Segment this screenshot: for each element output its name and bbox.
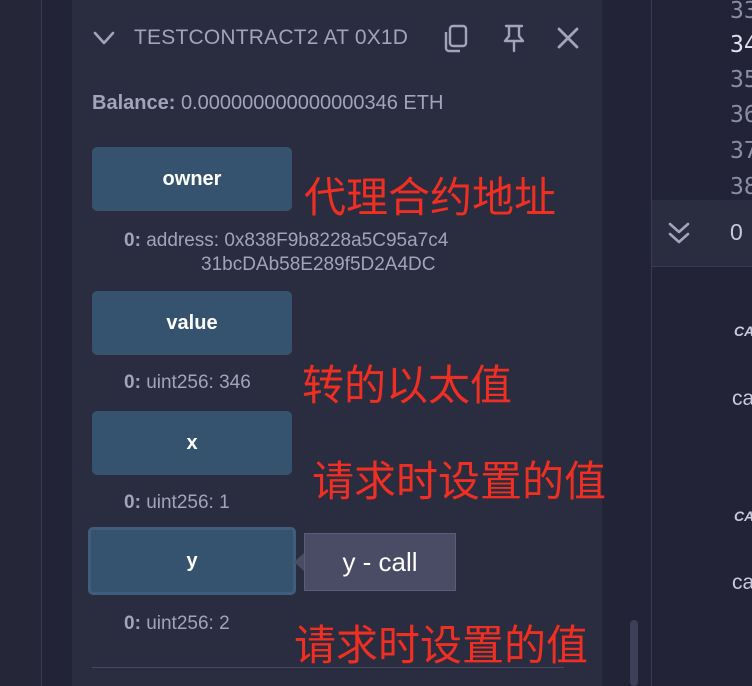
copy-icon[interactable]: [440, 22, 472, 54]
chevron-down-icon[interactable]: [90, 24, 118, 52]
section-divider: [92, 667, 564, 668]
line-number: 33: [730, 0, 752, 24]
code-editor: 33 34 35 36 37 38: [652, 0, 752, 200]
result-value-continued: 31bcDAb58E289f5D2A4DC: [201, 254, 436, 275]
balance-label: Balance:: [92, 92, 176, 114]
owner-button[interactable]: owner: [92, 147, 292, 211]
tooltip-arrow: [294, 553, 304, 571]
log-entry-text[interactable]: ca: [732, 571, 752, 595]
y-call-tooltip: y - call: [304, 533, 456, 591]
y-result: 0: uint256: 2: [124, 612, 230, 636]
line-number-active: 34: [730, 32, 752, 58]
value-button[interactable]: value: [92, 291, 292, 355]
result-value: uint256: 346: [146, 372, 251, 393]
result-value: uint256: 1: [146, 492, 230, 513]
annotation-y: 请求时设置的值: [294, 622, 589, 669]
x-button[interactable]: x: [92, 411, 292, 475]
annotation-x: 请求时设置的值: [312, 458, 607, 505]
annotation-value: 转的以太值: [302, 362, 513, 409]
pending-tx-count: 0: [730, 219, 743, 245]
annotation-owner: 代理合约地址: [304, 174, 557, 221]
result-index: 0:: [124, 372, 141, 393]
terminal-log: CAL ca CAL ca: [652, 267, 752, 686]
panel-scrollbar[interactable]: [630, 620, 638, 686]
pin-icon[interactable]: [498, 22, 530, 54]
log-entry-label: CAL: [734, 323, 752, 339]
balance-row: Balance: 0.000000000000000346 ETH: [92, 92, 443, 115]
line-number: 35: [730, 67, 752, 93]
left-gutter: [0, 0, 42, 686]
result-index: 0:: [124, 613, 141, 634]
log-entry-text[interactable]: ca: [732, 387, 752, 411]
owner-result: 0: address: 0x838F9b8228a5C95a7c4 31bcDA…: [124, 229, 448, 277]
log-entry-label: CAL: [734, 508, 752, 524]
terminal-toolbar: 0: [652, 200, 752, 267]
double-chevron-down-icon[interactable]: [666, 218, 692, 248]
x-result: 0: uint256: 1: [124, 491, 230, 515]
value-result: 0: uint256: 346: [124, 371, 251, 395]
result-value: uint256: 2: [146, 613, 230, 634]
result-index: 0:: [124, 492, 141, 513]
line-number: 36: [730, 102, 752, 128]
contract-header: TESTCONTRACT2 AT 0X1D: [72, 14, 602, 64]
close-icon[interactable]: [552, 22, 584, 54]
contract-title[interactable]: TESTCONTRACT2 AT 0X1D: [134, 26, 408, 50]
line-number: 37: [730, 138, 752, 164]
result-index: 0:: [124, 230, 141, 251]
y-button[interactable]: y: [88, 527, 296, 595]
balance-value: 0.000000000000000346 ETH: [180, 92, 444, 114]
left-gutter-border: [41, 0, 42, 686]
result-value: address: 0x838F9b8228a5C95a7c4: [146, 230, 449, 251]
line-number: 38: [730, 174, 752, 200]
